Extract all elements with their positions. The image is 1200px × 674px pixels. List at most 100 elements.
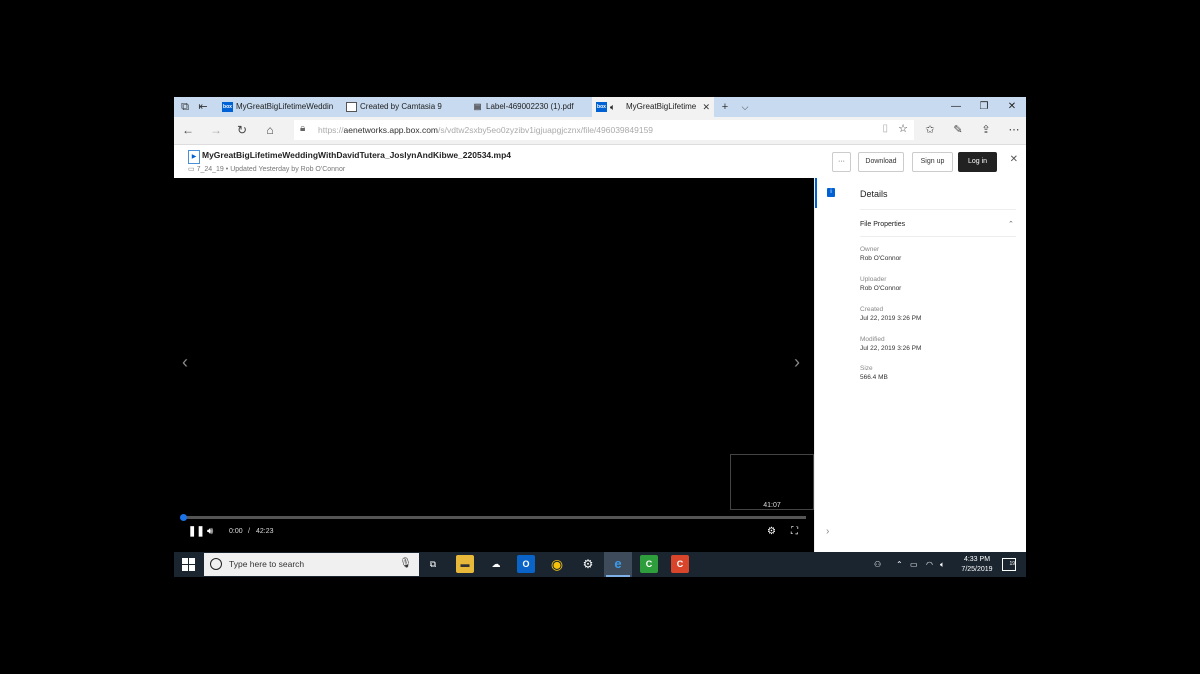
minimize-icon[interactable]: —: [942, 97, 970, 117]
box-icon: box: [596, 102, 607, 112]
favorite-star-icon[interactable]: ☆: [898, 122, 908, 135]
tab-label: Label-469002230 (1).pdf: [486, 102, 574, 111]
modified-label: Modified: [860, 336, 885, 343]
progress-handle[interactable]: [180, 514, 187, 521]
clock-time: 4:33 PM: [963, 556, 991, 563]
time-separator: /: [248, 528, 250, 535]
updated-text: Updated Yesterday by Rob O'Connor: [230, 166, 346, 173]
pause-icon[interactable]: ❚❚: [188, 526, 205, 538]
tab-label-pdf[interactable]: ▤ Label-469002230 (1).pdf: [468, 97, 592, 117]
taskbar-search-box[interactable]: Type here to search 🎙︎: [204, 553, 419, 576]
folder-name[interactable]: 7_24_19: [197, 166, 224, 173]
close-preview-icon[interactable]: ✕: [1010, 154, 1018, 165]
tab-bar: ⧉ ⇤ box MyGreatBigLifetimeWeddin Created…: [174, 97, 1026, 117]
close-tab-icon[interactable]: ✕: [702, 97, 710, 117]
collapse-caret-icon[interactable]: ⌃: [1008, 220, 1014, 228]
video-player[interactable]: ‹ › 41:07 ❚❚ 🔊︎ 0:00 / 42:23 ⚙ ⛶: [174, 178, 814, 552]
tab-label: MyGreatBigLifetime: [626, 102, 697, 111]
tab-box-wedding[interactable]: box MyGreatBigLifetimeWeddin: [218, 97, 340, 117]
settings-icon[interactable]: ⚙: [579, 555, 597, 573]
more-icon[interactable]: ⋯: [1004, 117, 1024, 144]
home-icon[interactable]: ⌂: [260, 117, 280, 144]
sign-up-button[interactable]: Sign up: [912, 152, 953, 172]
window-close-icon[interactable]: ✕: [998, 97, 1026, 117]
speaker-icon[interactable]: 🔈︎: [610, 97, 615, 117]
divider: [860, 236, 1016, 237]
forward-icon[interactable]: →: [206, 117, 226, 144]
favorites-icon[interactable]: ✩: [920, 117, 940, 144]
wifi-icon[interactable]: ◠: [926, 552, 933, 577]
set-aside-tabs-icon[interactable]: ⇤: [196, 100, 210, 114]
box-header: ▶ MyGreatBigLifetimeWeddingWithDavidTute…: [174, 145, 1026, 179]
duration: 42:23: [256, 528, 274, 535]
tab-box-active[interactable]: box 🔈︎ MyGreatBigLifetime ✕: [592, 97, 714, 117]
lock-icon: 🔒︎: [300, 123, 306, 134]
search-placeholder: Type here to search: [229, 559, 305, 569]
task-view-icon[interactable]: ⧉: [424, 555, 442, 573]
created-value: Jul 22, 2019 3:26 PM: [860, 315, 922, 322]
details-info-icon[interactable]: i: [827, 188, 835, 197]
download-button[interactable]: Download: [858, 152, 904, 172]
scrub-preview-time: 41:07: [763, 502, 781, 509]
restore-icon[interactable]: ❐: [970, 97, 998, 117]
network-app-icon[interactable]: ☁: [487, 555, 505, 573]
windows-start-icon[interactable]: [182, 558, 195, 571]
edge-icon[interactable]: e: [609, 555, 627, 573]
owner-label: Owner: [860, 246, 880, 253]
file-name: MyGreatBigLifetimeWeddingWithDavidTutera…: [202, 150, 511, 160]
address-bar: ← → ↻ ⌂ 🔒︎ https://aenetworks.app.box.co…: [174, 117, 1026, 145]
more-options-button[interactable]: ···: [832, 152, 851, 172]
camtasia-recorder-icon[interactable]: C: [671, 555, 689, 573]
back-icon[interactable]: ←: [178, 117, 198, 144]
current-time: 0:00: [229, 528, 243, 535]
size-value: 566.4 MB: [860, 374, 888, 381]
document-icon: [346, 102, 357, 112]
file-explorer-icon[interactable]: ▬: [456, 555, 474, 573]
settings-gear-icon[interactable]: ⚙: [767, 526, 776, 538]
log-in-button[interactable]: Log in: [958, 152, 997, 172]
chrome-icon[interactable]: ◉: [548, 555, 566, 573]
clock[interactable]: 4:33 PM 7/25/2019: [954, 555, 1000, 575]
camtasia-icon[interactable]: C: [640, 555, 658, 573]
pen-icon[interactable]: ✎: [948, 117, 968, 144]
tab-preview-icon[interactable]: ⧉: [178, 100, 192, 114]
refresh-icon[interactable]: ↻: [232, 117, 252, 144]
show-hidden-icons-icon[interactable]: ⌃: [896, 552, 903, 577]
speaker-tray-icon[interactable]: 🔈︎: [940, 552, 945, 577]
outlook-icon[interactable]: O: [517, 555, 535, 573]
sidebar-rail: i ›: [814, 178, 847, 552]
uploader-value: Rob O'Connor: [860, 285, 902, 292]
url-text: https://aenetworks.app.box.com/s/vdtw2sx…: [318, 125, 654, 135]
volume-icon[interactable]: 🔊︎: [207, 526, 213, 538]
uploader-label: Uploader: [860, 276, 887, 283]
modified-value: Jul 22, 2019 3:26 PM: [860, 345, 922, 352]
cortana-icon[interactable]: [210, 558, 222, 570]
previous-file-icon[interactable]: ‹: [182, 352, 188, 373]
file-properties-header[interactable]: File Properties: [860, 221, 905, 228]
tab-camtasia[interactable]: Created by Camtasia 9: [342, 97, 468, 117]
reading-view-icon[interactable]: ▯: [882, 123, 888, 134]
progress-bar[interactable]: [180, 514, 806, 521]
fullscreen-icon[interactable]: ⛶: [791, 526, 798, 538]
new-tab-icon[interactable]: +: [716, 97, 734, 117]
owner-value: Rob O'Connor: [860, 255, 902, 262]
battery-icon[interactable]: ▭: [910, 552, 918, 577]
created-label: Created: [860, 306, 884, 313]
windows-taskbar: Type here to search 🎙︎ ⧉ ▬ ☁ O ◉ ⚙ e C C…: [174, 552, 1026, 577]
microphone-icon[interactable]: 🎙︎: [399, 558, 412, 569]
url-input[interactable]: 🔒︎ https://aenetworks.app.box.com/s/vdtw…: [294, 120, 914, 140]
video-file-icon: ▶: [188, 150, 200, 164]
people-icon[interactable]: ⚇: [874, 552, 881, 577]
next-file-icon[interactable]: ›: [794, 352, 800, 373]
tab-label: Created by Camtasia 9: [360, 102, 442, 111]
details-sidebar: Details File Properties ⌃ Owner Rob O'Co…: [846, 178, 1026, 552]
sidebar-title: Details: [860, 189, 888, 199]
box-icon: box: [222, 102, 233, 112]
active-indicator: [815, 178, 817, 208]
chevron-down-icon[interactable]: ⌵: [736, 97, 754, 117]
file-subline: ▭ 7_24_19 • Updated Yesterday by Rob O'C…: [188, 166, 346, 173]
pdf-icon: ▤: [473, 102, 482, 111]
share-icon[interactable]: ⇪: [976, 117, 996, 144]
collapse-sidebar-icon[interactable]: ›: [826, 526, 829, 537]
action-center-icon[interactable]: 19: [1002, 558, 1016, 571]
